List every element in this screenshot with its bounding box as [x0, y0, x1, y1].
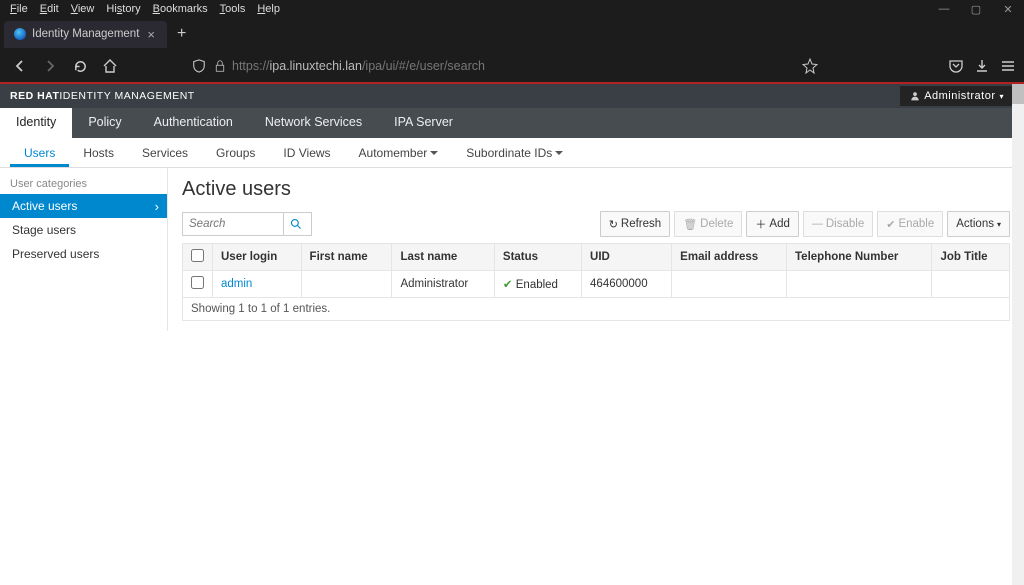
trash-icon: 🗑	[683, 218, 697, 231]
cell-job-title	[932, 271, 1010, 298]
browser-tabstrip: Identity Management × +	[0, 18, 1024, 50]
menu-view[interactable]: View	[65, 1, 101, 17]
actions-button[interactable]: Actions▾	[947, 211, 1010, 237]
row-checkbox[interactable]	[191, 276, 204, 289]
menu-file[interactable]: File	[4, 1, 34, 17]
sidebar-category: User categories	[0, 174, 167, 194]
plus-icon: ＋	[755, 216, 766, 232]
col-first-name[interactable]: First name	[301, 244, 392, 271]
secnav-services[interactable]: Services	[128, 138, 202, 167]
menu-bookmarks[interactable]: Bookmarks	[147, 1, 214, 17]
secnav-users[interactable]: Users	[10, 138, 69, 167]
bookmark-star-icon[interactable]	[802, 58, 818, 74]
downloads-icon[interactable]	[974, 58, 990, 74]
chevron-down-icon	[555, 151, 563, 159]
search-button[interactable]	[283, 213, 307, 235]
col-status[interactable]: Status	[494, 244, 581, 271]
back-button[interactable]	[8, 54, 32, 78]
cell-telephone	[787, 271, 932, 298]
page-content: RED HAT IDENTITY MANAGEMENT Administrato…	[0, 84, 1024, 585]
menu-history[interactable]: History	[100, 1, 146, 17]
page-title: Active users	[182, 178, 1010, 201]
cell-user-login[interactable]: admin	[213, 271, 302, 298]
vertical-scrollbar[interactable]	[1012, 84, 1024, 585]
cell-email	[672, 271, 787, 298]
refresh-icon: ↻	[609, 218, 618, 231]
user-icon	[910, 91, 920, 101]
reload-button[interactable]	[68, 54, 92, 78]
sidebar: User categories Active users Stage users…	[0, 168, 168, 331]
primnav-identity[interactable]: Identity	[0, 108, 72, 138]
col-uid[interactable]: UID	[582, 244, 672, 271]
secnav-automember[interactable]: Automember	[345, 138, 453, 167]
app-brandbar: RED HAT IDENTITY MANAGEMENT Administrato…	[0, 84, 1024, 108]
tab-close-button[interactable]: ×	[145, 27, 157, 42]
cell-first-name	[301, 271, 392, 298]
secondary-nav: Users Hosts Services Groups ID Views Aut…	[0, 138, 1024, 168]
secnav-idviews[interactable]: ID Views	[269, 138, 344, 167]
chevron-down-icon	[430, 151, 438, 159]
forward-button[interactable]	[38, 54, 62, 78]
primnav-authentication[interactable]: Authentication	[138, 108, 249, 138]
url-text: https://ipa.linuxtechi.lan/ipa/ui/#/e/us…	[232, 59, 796, 73]
secnav-hosts[interactable]: Hosts	[69, 138, 128, 167]
col-email[interactable]: Email address	[672, 244, 787, 271]
toolbar: ↻Refresh 🗑Delete ＋Add —Disable ✔Enable A…	[182, 211, 1010, 237]
secnav-subordinate-ids[interactable]: Subordinate IDs	[452, 138, 577, 167]
sidebar-item-active-users[interactable]: Active users	[0, 194, 167, 218]
primnav-policy[interactable]: Policy	[72, 108, 137, 138]
users-table: User login First name Last name Status U…	[182, 243, 1010, 298]
cell-last-name: Administrator	[392, 271, 494, 298]
home-button[interactable]	[98, 54, 122, 78]
refresh-button[interactable]: ↻Refresh	[600, 211, 671, 237]
table-header-row: User login First name Last name Status U…	[183, 244, 1010, 271]
delete-button[interactable]: 🗑Delete	[674, 211, 742, 237]
table-summary: Showing 1 to 1 of 1 entries.	[182, 298, 1010, 321]
check-icon: ✔	[886, 218, 895, 231]
pocket-icon[interactable]	[948, 58, 964, 74]
menu-edit[interactable]: Edit	[34, 1, 65, 17]
enable-button[interactable]: ✔Enable	[877, 211, 943, 237]
menu-tools[interactable]: Tools	[214, 1, 252, 17]
add-button[interactable]: ＋Add	[746, 211, 798, 237]
tab-title: Identity Management	[32, 28, 139, 40]
os-menubar: File Edit View History Bookmarks Tools H…	[0, 0, 1024, 18]
window-minimize-button[interactable]: —	[928, 0, 960, 18]
primnav-ipa-server[interactable]: IPA Server	[378, 108, 469, 138]
secnav-groups[interactable]: Groups	[202, 138, 269, 167]
chevron-down-icon: ▾	[997, 220, 1001, 229]
favicon-icon	[14, 28, 26, 40]
user-menu[interactable]: Administrator ▾	[900, 86, 1014, 106]
table-row: admin Administrator ✔ Enabled 464600000	[183, 271, 1010, 298]
search-input[interactable]	[183, 218, 283, 230]
sidebar-item-stage-users[interactable]: Stage users	[0, 218, 167, 242]
browser-navbar: https://ipa.linuxtechi.lan/ipa/ui/#/e/us…	[0, 50, 1024, 84]
primnav-network-services[interactable]: Network Services	[249, 108, 378, 138]
cell-status: ✔ Enabled	[494, 271, 581, 298]
search-box	[182, 212, 312, 236]
col-user-login[interactable]: User login	[213, 244, 302, 271]
window-close-button[interactable]: ✕	[992, 0, 1024, 18]
browser-tab[interactable]: Identity Management ×	[4, 21, 167, 48]
new-tab-button[interactable]: +	[167, 25, 196, 43]
minus-icon: —	[812, 218, 823, 230]
shield-icon	[192, 59, 206, 73]
menu-help[interactable]: Help	[251, 1, 286, 17]
url-bar[interactable]: https://ipa.linuxtechi.lan/ipa/ui/#/e/us…	[188, 52, 822, 80]
lock-icon	[214, 59, 226, 73]
main-panel: Active users ↻Refresh 🗑Delete ＋Add —Disa…	[168, 168, 1024, 331]
disable-button[interactable]: —Disable	[803, 211, 873, 237]
select-all-checkbox[interactable]	[191, 249, 204, 262]
search-icon	[290, 218, 302, 230]
primary-nav: Identity Policy Authentication Network S…	[0, 108, 1024, 138]
sidebar-item-preserved-users[interactable]: Preserved users	[0, 242, 167, 266]
cell-uid: 464600000	[582, 271, 672, 298]
col-telephone[interactable]: Telephone Number	[787, 244, 932, 271]
app-menu-icon[interactable]	[1000, 58, 1016, 74]
window-maximize-button[interactable]: ▢	[960, 0, 992, 18]
check-icon: ✔	[503, 279, 513, 291]
col-job-title[interactable]: Job Title	[932, 244, 1010, 271]
col-last-name[interactable]: Last name	[392, 244, 494, 271]
